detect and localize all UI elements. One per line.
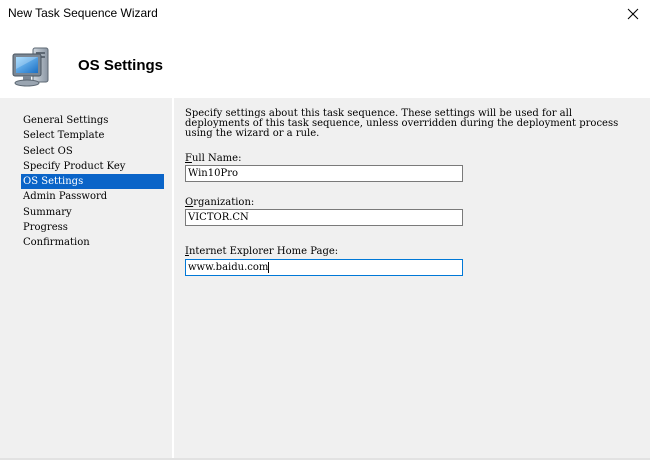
full-name-label: Full Name: (185, 153, 241, 164)
page-title: OS Settings (78, 57, 164, 74)
organization-label-text: rganization: (193, 197, 255, 208)
sidebar-item-admin-password[interactable]: Admin Password (21, 189, 164, 204)
sidebar-item-confirmation[interactable]: Confirmation (21, 235, 164, 250)
window-title: New Task Sequence Wizard (8, 6, 158, 20)
home-page-label-text: nternet Explorer Home Page: (188, 246, 339, 257)
description-text: Specify settings about this task sequenc… (185, 109, 640, 139)
home-page-value: www.baidu.com (188, 262, 269, 273)
home-page-label: Internet Explorer Home Page: (185, 246, 338, 257)
title-bar: New Task Sequence Wizard (0, 0, 650, 28)
full-name-accesskey: F (185, 153, 192, 164)
sidebar-item-specify-product-key[interactable]: Specify Product Key (21, 159, 164, 174)
description-line: using the wizard or a rule. (185, 128, 320, 139)
full-name-field[interactable]: Win10Pro (185, 165, 463, 182)
sidebar-item-progress[interactable]: Progress (21, 220, 164, 235)
text-caret (268, 262, 270, 273)
wizard-steps-sidebar: General Settings Select Template Select … (0, 98, 172, 460)
sidebar-item-select-os[interactable]: Select OS (21, 144, 164, 159)
home-page-field[interactable]: www.baidu.com (185, 259, 463, 276)
organization-label: Organization: (185, 197, 254, 208)
wizard-steps-list: General Settings Select Template Select … (21, 113, 164, 251)
close-icon (627, 8, 639, 20)
sidebar-item-summary[interactable]: Summary (21, 205, 164, 220)
wizard-body: General Settings Select Template Select … (0, 98, 650, 460)
close-button[interactable] (616, 0, 650, 28)
settings-panel: Specify settings about this task sequenc… (174, 98, 650, 460)
sidebar-item-general-settings[interactable]: General Settings (21, 113, 164, 128)
full-name-label-text: ull Name: (191, 153, 242, 164)
organization-accesskey: O (185, 197, 194, 208)
computer-icon (12, 47, 49, 87)
wizard-header: OS Settings (0, 28, 650, 98)
organization-field[interactable]: VICTOR.CN (185, 209, 463, 226)
sidebar-item-select-template[interactable]: Select Template (21, 128, 164, 143)
full-name-value: Win10Pro (188, 168, 238, 179)
sidebar-item-os-settings[interactable]: OS Settings (21, 174, 164, 190)
organization-value: VICTOR.CN (188, 212, 249, 223)
